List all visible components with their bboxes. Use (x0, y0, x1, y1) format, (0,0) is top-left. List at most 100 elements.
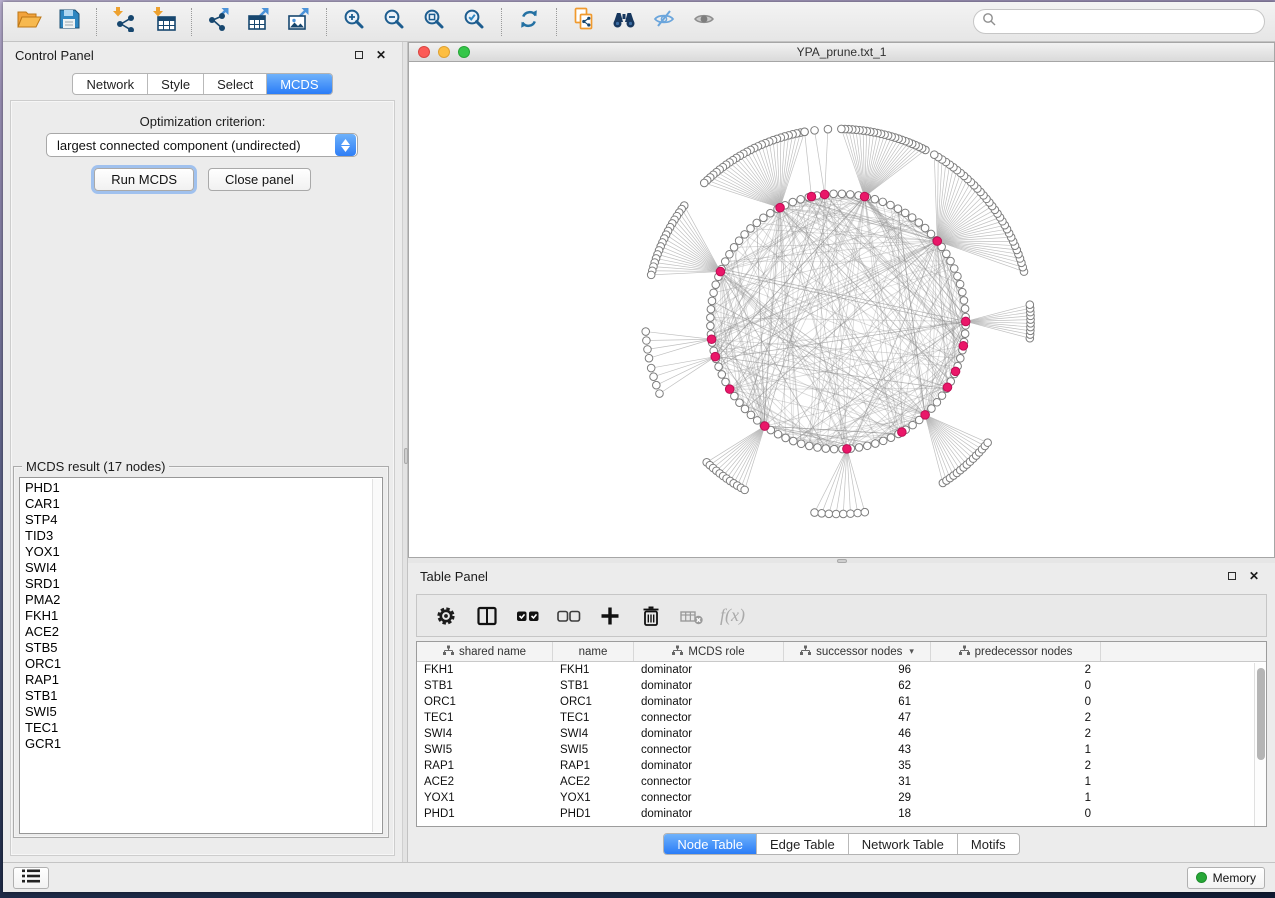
sort-chevron-icon[interactable]: ▾ (909, 646, 914, 657)
mcds-result-group: MCDS result (17 nodes) PHD1CAR1STP4TID3Y… (13, 466, 389, 838)
cell-MCDS-role: connector (634, 792, 784, 804)
tab-edge-table[interactable]: Edge Table (757, 834, 849, 854)
table-row[interactable]: SWI4SWI4dominator462 (417, 726, 1266, 742)
tab-network-table[interactable]: Network Table (849, 834, 958, 854)
network-canvas[interactable] (408, 62, 1275, 558)
table-toolbar: f(x) (416, 594, 1267, 637)
delete-column-icon[interactable] (638, 603, 664, 629)
column-header-successor-nodes[interactable]: successor nodes▾ (784, 642, 931, 661)
add-column-icon[interactable] (597, 603, 623, 629)
cell-predecessor-nodes: 2 (931, 728, 1101, 740)
network-window-titlebar: YPA_prune.txt_1 (408, 42, 1275, 62)
close-panel-icon[interactable]: ✕ (372, 46, 390, 64)
mcds-result-item[interactable]: FKH1 (25, 608, 382, 624)
mcds-result-item[interactable]: SWI4 (25, 560, 382, 576)
mcds-result-item[interactable]: TEC1 (25, 720, 382, 736)
run-mcds-button[interactable]: Run MCDS (94, 168, 194, 191)
mcds-result-item[interactable]: ORC1 (25, 656, 382, 672)
deselect-all-rows-icon[interactable] (556, 603, 582, 629)
new-network-from-selection-button[interactable] (564, 5, 604, 39)
splitter-handle[interactable] (837, 559, 847, 563)
zoom-selected-button[interactable] (454, 5, 494, 39)
zoom-in-button[interactable] (334, 5, 374, 39)
tab-node-table[interactable]: Node Table (664, 834, 757, 854)
export-image-button[interactable] (279, 5, 319, 39)
table-row[interactable]: ORC1ORC1dominator610 (417, 694, 1266, 710)
export-table-button[interactable] (239, 5, 279, 39)
cell-shared-name: ACE2 (417, 776, 553, 788)
close-panel-icon[interactable]: ✕ (1245, 567, 1263, 585)
float-panel-icon[interactable] (350, 46, 368, 64)
table-row[interactable]: PHD1PHD1dominator180 (417, 806, 1266, 822)
first-neighbors-button[interactable] (604, 5, 644, 39)
cell-name: TEC1 (553, 712, 634, 724)
refresh-layout-button[interactable] (509, 5, 549, 39)
memory-status-icon (1196, 872, 1207, 883)
table-row[interactable]: ACE2ACE2connector311 (417, 774, 1266, 790)
mcds-result-item[interactable]: SWI5 (25, 704, 382, 720)
mcds-result-item[interactable]: ACE2 (25, 624, 382, 640)
hide-selected-button[interactable] (644, 5, 684, 39)
table-row[interactable]: FKH1FKH1dominator962 (417, 662, 1266, 678)
import-table-button[interactable] (144, 5, 184, 39)
zoom-out-button[interactable] (374, 5, 414, 39)
table-scrollbar[interactable] (1254, 663, 1266, 826)
mcds-result-list[interactable]: PHD1CAR1STP4TID3YOX1SWI4SRD1PMA2FKH1ACE2… (19, 477, 383, 834)
splitter-handle[interactable] (404, 448, 408, 464)
float-panel-icon[interactable] (1223, 567, 1241, 585)
gear-icon[interactable] (433, 603, 459, 629)
tab-mcds[interactable]: MCDS (267, 74, 331, 94)
open-session-icon (16, 7, 42, 36)
mcds-result-item[interactable]: SRD1 (25, 576, 382, 592)
mcds-result-item[interactable]: GCR1 (25, 736, 382, 752)
cell-successor-nodes: 96 (784, 664, 931, 676)
mcds-result-item[interactable]: STB1 (25, 688, 382, 704)
mcds-result-item[interactable]: PMA2 (25, 592, 382, 608)
show-all-button[interactable] (684, 5, 724, 39)
open-session-button[interactable] (9, 5, 49, 39)
menu-list-button[interactable] (13, 867, 49, 889)
table-row[interactable]: SWI5SWI5connector431 (417, 742, 1266, 758)
node-table[interactable]: shared namename MCDS role successor nodes▾… (416, 641, 1267, 827)
save-session-button[interactable] (49, 5, 89, 39)
export-network-icon (206, 6, 232, 37)
cell-shared-name: SWI4 (417, 728, 553, 740)
cell-predecessor-nodes: 0 (931, 808, 1101, 820)
table-row[interactable]: YOX1YOX1connector291 (417, 790, 1266, 806)
mcds-result-item[interactable]: STB5 (25, 640, 382, 656)
main-toolbar (3, 2, 1275, 42)
column-header-name[interactable]: name (553, 642, 634, 661)
scrollbar-thumb[interactable] (1257, 668, 1265, 760)
status-bar: Memory (3, 862, 1275, 892)
table-row[interactable]: TEC1TEC1connector472 (417, 710, 1266, 726)
cell-MCDS-role: connector (634, 712, 784, 724)
column-header-label: MCDS role (688, 646, 744, 658)
tab-style[interactable]: Style (148, 74, 204, 94)
split-table-icon[interactable] (474, 603, 500, 629)
select-all-rows-icon[interactable] (515, 603, 541, 629)
search-input[interactable] (997, 15, 1256, 29)
mcds-result-title: MCDS result (17 nodes) (22, 459, 169, 474)
table-row[interactable]: RAP1RAP1dominator352 (417, 758, 1266, 774)
close-panel-button[interactable]: Close panel (208, 168, 311, 191)
mcds-result-item[interactable]: RAP1 (25, 672, 382, 688)
column-header-shared-name[interactable]: shared name (417, 642, 553, 661)
tab-motifs[interactable]: Motifs (958, 834, 1019, 854)
mcds-list-scrollbar[interactable] (372, 479, 381, 832)
zoom-fit-button[interactable] (414, 5, 454, 39)
optimization-criterion-select[interactable]: largest connected component (undirected) (46, 133, 358, 157)
cell-predecessor-nodes: 1 (931, 744, 1101, 756)
table-row[interactable]: STB1STB1dominator620 (417, 678, 1266, 694)
column-header-predecessor-nodes[interactable]: predecessor nodes (931, 642, 1101, 661)
tab-network[interactable]: Network (73, 74, 148, 94)
mcds-result-item[interactable]: PHD1 (25, 480, 382, 496)
tab-select[interactable]: Select (204, 74, 267, 94)
mcds-result-item[interactable]: YOX1 (25, 544, 382, 560)
import-network-button[interactable] (104, 5, 144, 39)
mcds-result-item[interactable]: TID3 (25, 528, 382, 544)
mcds-result-item[interactable]: STP4 (25, 512, 382, 528)
memory-button[interactable]: Memory (1187, 867, 1265, 889)
export-network-button[interactable] (199, 5, 239, 39)
mcds-result-item[interactable]: CAR1 (25, 496, 382, 512)
column-header-MCDS-role[interactable]: MCDS role (634, 642, 784, 661)
